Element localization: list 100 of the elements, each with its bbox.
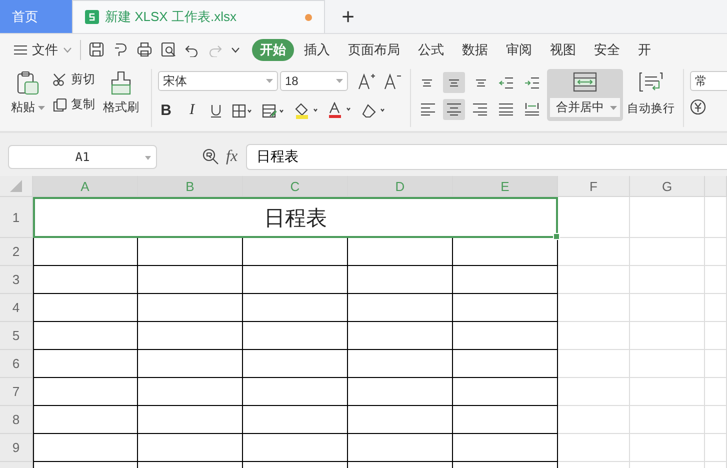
row-header[interactable]: 7 (0, 378, 33, 406)
grid-cell[interactable] (453, 238, 558, 266)
print-icon[interactable] (137, 42, 152, 57)
italic-button[interactable]: I (184, 100, 200, 121)
underline-icon[interactable] (210, 104, 222, 118)
row-header[interactable]: 3 (0, 266, 33, 294)
grid-cell[interactable] (453, 378, 558, 406)
row-header[interactable]: 1 (0, 197, 33, 238)
function-label[interactable]: fx (226, 148, 238, 166)
grid-cell[interactable] (138, 266, 243, 294)
grid-cell[interactable] (138, 406, 243, 434)
font-size-field[interactable]: 18 (280, 71, 348, 91)
grid-cell[interactable] (33, 238, 138, 266)
zoom-icon[interactable] (202, 148, 219, 165)
copy-button[interactable]: 复制 (52, 95, 96, 114)
grid-cell[interactable] (348, 434, 453, 462)
paste-button[interactable]: 粘贴 (8, 69, 48, 127)
grid-cell[interactable] (243, 350, 348, 378)
grid-cell[interactable] (453, 266, 558, 294)
increase-font-icon[interactable] (358, 72, 376, 90)
row-header[interactable]: 6 (0, 350, 33, 378)
ribbon-tab[interactable]: 安全 (586, 38, 628, 60)
grid-cell[interactable] (138, 350, 243, 378)
number-format-field[interactable]: 常 (690, 71, 727, 91)
grid-cell[interactable] (33, 434, 138, 462)
merge-center-button[interactable]: 合并居中 (547, 69, 623, 121)
cell-style-icon[interactable] (262, 104, 284, 118)
currency-icon[interactable] (690, 99, 706, 115)
eraser-icon[interactable] (362, 102, 386, 118)
grid-cell[interactable] (453, 322, 558, 350)
align-middle-button[interactable] (443, 72, 465, 93)
dropdown-icon (336, 79, 343, 83)
grid-cell[interactable] (243, 266, 348, 294)
fill-color-icon[interactable] (294, 102, 318, 118)
cut-button[interactable]: 剪切 (52, 70, 96, 89)
formula-field[interactable]: 日程表 (246, 144, 727, 170)
grid-cell[interactable] (243, 378, 348, 406)
borders-icon[interactable] (232, 104, 252, 118)
grid-cell[interactable] (348, 350, 453, 378)
grid-cell[interactable] (138, 378, 243, 406)
column-header[interactable]: G (630, 176, 705, 197)
dropdown-icon (145, 156, 151, 160)
grid-cell[interactable] (243, 238, 348, 266)
grid-cell[interactable] (348, 378, 453, 406)
grid-cell[interactable] (138, 238, 243, 266)
font-name-field[interactable]: 宋体 (158, 71, 278, 91)
grid-cell[interactable] (348, 266, 453, 294)
ribbon-tab[interactable]: 视图 (542, 38, 584, 60)
row-header[interactable]: 4 (0, 294, 33, 322)
grid-cell[interactable] (243, 434, 348, 462)
font-color-icon[interactable] (328, 102, 352, 119)
name-box[interactable]: A1 (8, 144, 157, 168)
print-preview-icon[interactable] (161, 42, 176, 57)
grid-cell[interactable] (348, 294, 453, 322)
ribbon-tab[interactable]: 插入 (296, 38, 338, 60)
grid-cell[interactable] (33, 266, 138, 294)
grid-cell[interactable] (453, 406, 558, 434)
grid-cell[interactable] (33, 350, 138, 378)
bold-button[interactable]: B (158, 100, 174, 121)
grid-cell[interactable] (33, 322, 138, 350)
grid-cell[interactable] (33, 294, 138, 322)
grid-cell[interactable] (453, 434, 558, 462)
merged-cell[interactable]: 日程表 (33, 197, 558, 238)
ribbon-tab[interactable]: 审阅 (498, 38, 540, 60)
decrease-font-icon[interactable] (384, 72, 402, 90)
grid-cell[interactable] (243, 294, 348, 322)
grid-cell[interactable] (348, 322, 453, 350)
row-header[interactable]: 2 (0, 238, 33, 266)
grid-cell[interactable] (33, 406, 138, 434)
align-center-icon (447, 103, 461, 116)
grid-cell[interactable] (453, 294, 558, 322)
grid-cell[interactable] (348, 238, 453, 266)
row-header[interactable]: 5 (0, 322, 33, 350)
chevron-down-icon (63, 46, 72, 52)
ribbon-tab[interactable]: 公式 (410, 38, 452, 60)
align-bottom-icon (475, 78, 487, 86)
grid-cell[interactable] (138, 294, 243, 322)
dropdown-icon[interactable] (231, 46, 240, 52)
copy-icon (53, 98, 67, 112)
new-tab-button[interactable]: + (325, 0, 371, 33)
row-header[interactable]: 8 (0, 406, 33, 434)
align-center-button[interactable] (443, 99, 465, 120)
column-header[interactable]: F (558, 176, 630, 197)
grid-cell[interactable] (243, 322, 348, 350)
wrap-text-button[interactable]: 自动换行 (627, 69, 675, 127)
ribbon-tab[interactable]: 数据 (454, 38, 496, 60)
ribbon-tab[interactable]: 页面布局 (340, 38, 408, 60)
file-menu[interactable]: 文件 (14, 40, 72, 58)
grid-cell[interactable] (138, 322, 243, 350)
grid-cell[interactable] (243, 406, 348, 434)
save-icon[interactable] (89, 42, 104, 57)
grid-cell[interactable] (33, 378, 138, 406)
clipboard-icon (17, 71, 39, 95)
grid-cell[interactable] (138, 434, 243, 462)
format-painter-button[interactable]: 格式刷 (100, 69, 142, 127)
ribbon-tab[interactable]: 开 (630, 38, 659, 60)
undo-icon[interactable] (185, 42, 199, 56)
grid-cell[interactable] (453, 350, 558, 378)
grid-cell[interactable] (348, 406, 453, 434)
row-header[interactable]: 9 (0, 434, 33, 462)
